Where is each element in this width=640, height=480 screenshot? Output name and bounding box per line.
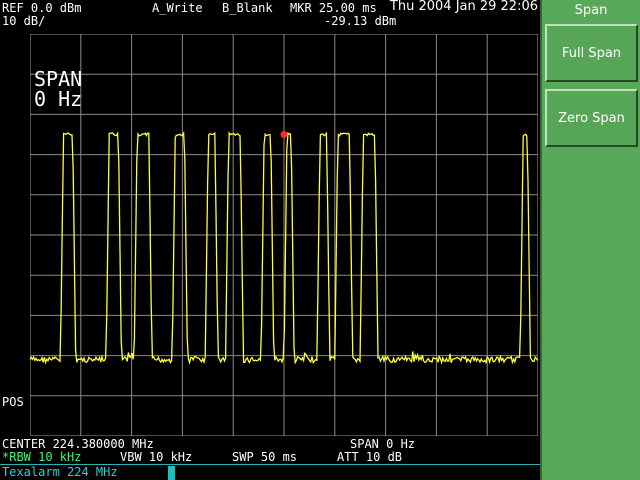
- spectrum-display: SPAN 0 Hz: [30, 34, 538, 436]
- marker-level-readout: -29.13 dBm: [324, 14, 397, 28]
- menu-title: Span: [574, 3, 608, 18]
- trace-b-mode: B_Blank: [222, 1, 273, 15]
- status-bar: Texalarm 224 MHz: [0, 465, 540, 480]
- rbw-readout: *RBW 10 kHz: [2, 450, 82, 464]
- sweep-readout: SWP 50 ms: [232, 450, 298, 464]
- position-label: POS: [2, 395, 24, 409]
- softkey-panel: Span Full Span Zero Span: [540, 0, 640, 480]
- text-cursor: [168, 466, 175, 480]
- trace-a-mode: A_Write: [152, 1, 203, 15]
- full-span-button[interactable]: Full Span: [545, 24, 638, 82]
- attenuation-readout: ATT 10 dB: [337, 450, 403, 464]
- datetime-label: Thu 2004 Jan 29 22:06: [389, 0, 538, 14]
- scale-label: 10 dB/: [2, 14, 46, 28]
- span-overlay-value: 0 Hz: [34, 87, 82, 111]
- vbw-readout: VBW 10 kHz: [120, 450, 193, 464]
- status-title: Texalarm 224 MHz: [2, 465, 118, 479]
- marker-point: [280, 131, 288, 138]
- zero-span-button[interactable]: Zero Span: [545, 89, 638, 147]
